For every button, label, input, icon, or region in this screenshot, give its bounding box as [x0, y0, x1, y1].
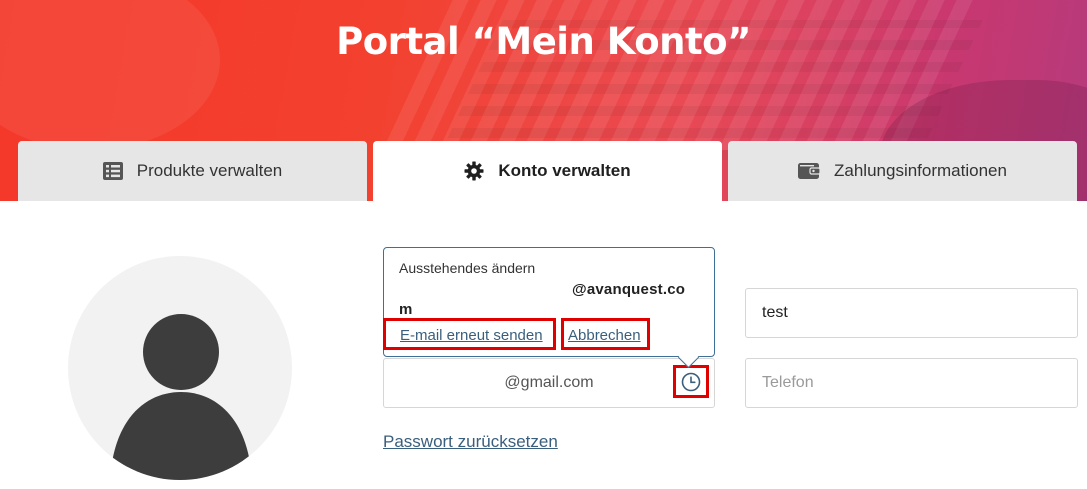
- phone-placeholder: Telefon: [762, 374, 814, 391]
- tab-zahlungsinformationen[interactable]: Zahlungsinformationen: [728, 141, 1077, 201]
- user-silhouette-icon: [110, 314, 252, 480]
- resend-email-label: E-mail erneut senden: [400, 326, 543, 344]
- name-field[interactable]: test: [745, 288, 1078, 338]
- pending-email-popover: Ausstehendes ändern @avanquest.co m E-ma…: [383, 247, 715, 369]
- phone-field[interactable]: Telefon: [745, 358, 1078, 408]
- wallet-icon: [798, 162, 821, 180]
- popover-title: Ausstehendes ändern: [399, 260, 536, 276]
- cancel-change-link[interactable]: Abbrechen: [561, 318, 650, 350]
- gear-icon: [464, 161, 484, 181]
- avatar[interactable]: [68, 256, 292, 480]
- resend-email-link[interactable]: E-mail erneut senden: [383, 318, 556, 350]
- tab-konto-verwalten[interactable]: Konto verwalten: [373, 141, 722, 201]
- clock-icon: [681, 372, 701, 391]
- pending-email-wrap: m: [399, 301, 413, 318]
- tab-label: Produkte verwalten: [136, 161, 283, 180]
- email-field[interactable]: @gmail.com: [383, 358, 715, 408]
- list-icon: [102, 162, 123, 180]
- cancel-change-label: Abbrechen: [568, 326, 641, 344]
- pending-change-button[interactable]: [673, 365, 709, 398]
- email-value: @gmail.com: [504, 374, 594, 391]
- reset-password-link[interactable]: Passwort zurücksetzen: [383, 432, 558, 452]
- name-value: test: [762, 304, 788, 321]
- page-title: Portal “Mein Konto”: [336, 20, 751, 63]
- tab-label: Konto verwalten: [498, 161, 631, 180]
- tab-produkte-verwalten[interactable]: Produkte verwalten: [18, 141, 367, 201]
- pending-email: @avanquest.co: [572, 281, 686, 298]
- tab-label: Zahlungsinformationen: [834, 161, 1007, 180]
